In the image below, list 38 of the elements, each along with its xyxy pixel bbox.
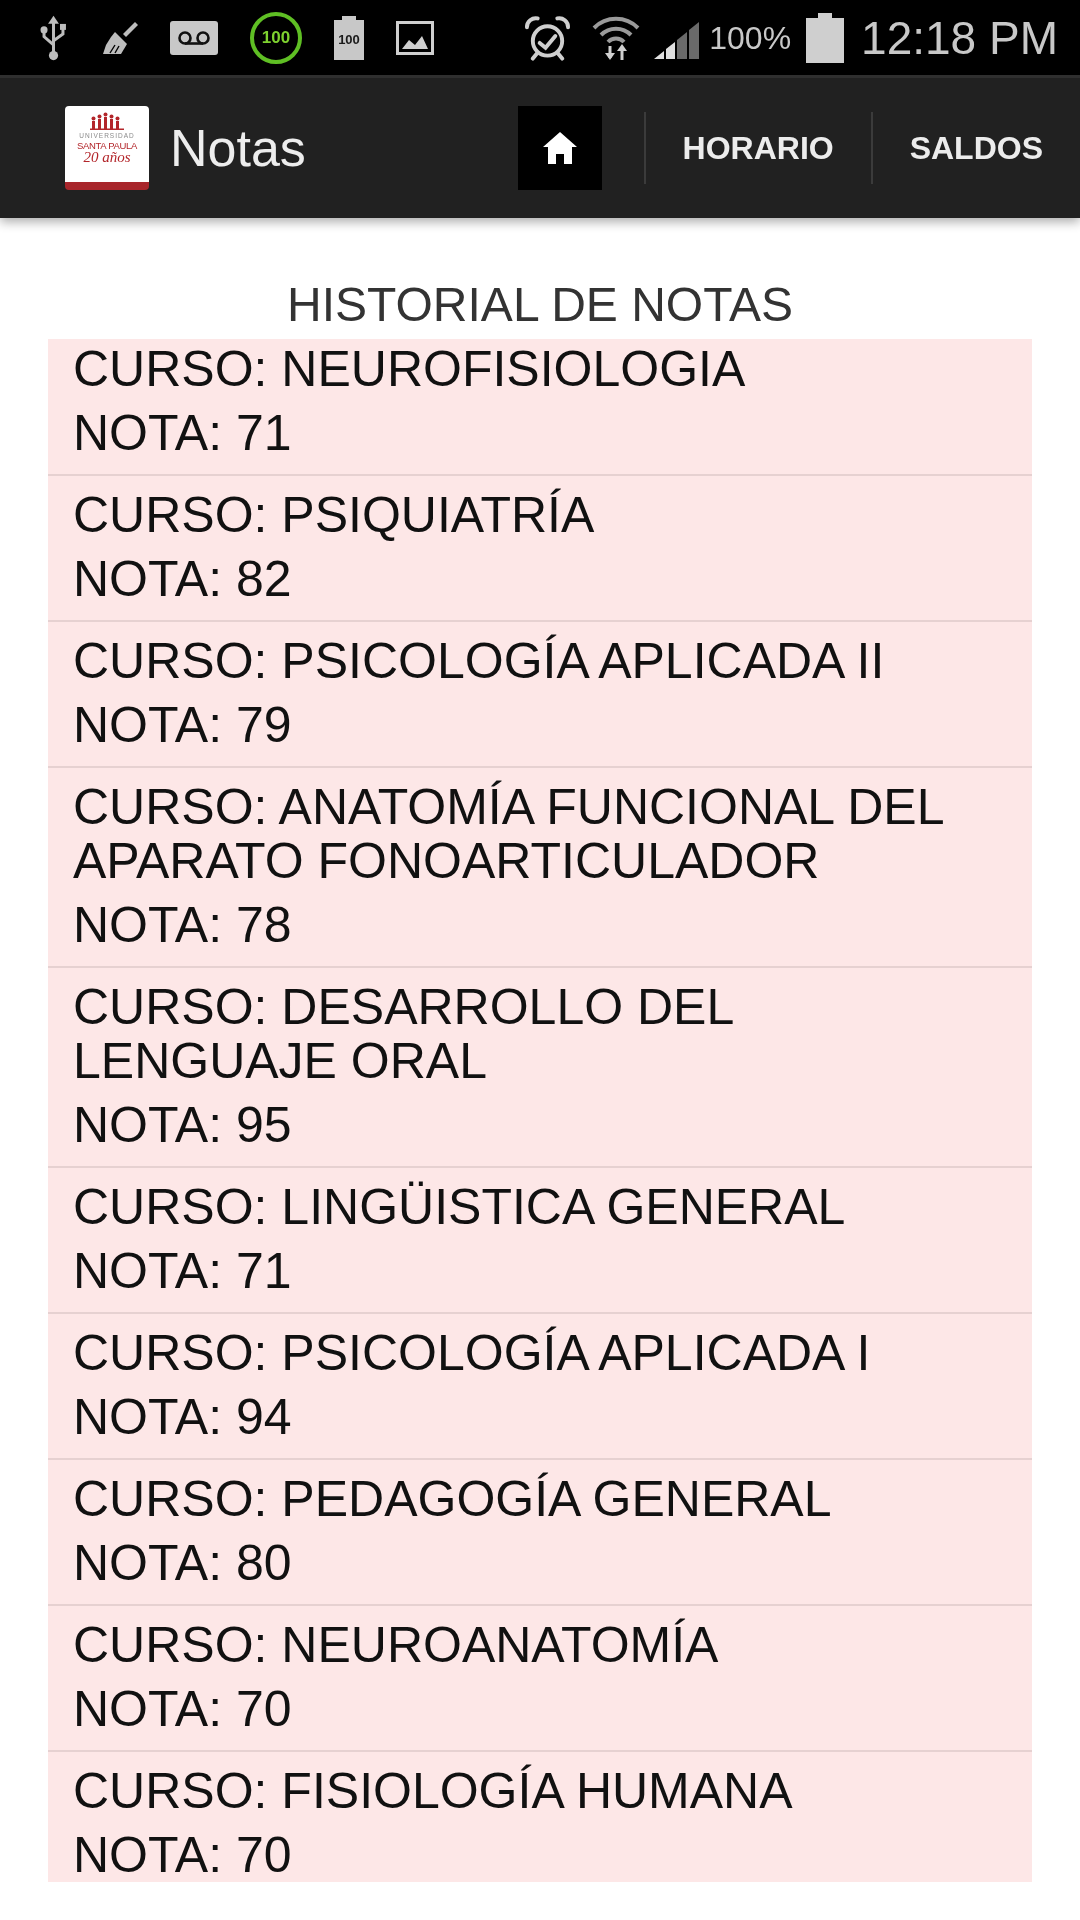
nav-tab[interactable]: SALDOS [872, 106, 1080, 190]
battery-icon [806, 12, 845, 63]
course-name: CURSO: FISIOLOGÍA HUMANA [73, 1764, 794, 1818]
app-title: Notas [170, 122, 306, 174]
home-icon [542, 132, 577, 164]
logo-text: 20 años [83, 150, 131, 165]
grade-value: NOTA: 82 [73, 552, 293, 606]
building-icon [90, 112, 124, 130]
course-name: CURSO: NEUROANATOMÍA [73, 1618, 720, 1672]
grade-value: NOTA: 71 [73, 1244, 293, 1298]
broom-icon [102, 20, 138, 55]
image-icon [396, 20, 434, 55]
grade-value: NOTA: 80 [73, 1536, 293, 1590]
grade-value: NOTA: 95 [73, 1098, 293, 1152]
grade-value: NOTA: 94 [73, 1390, 293, 1444]
counter-badge: 100 [250, 11, 302, 64]
grade-value: NOTA: 71 [73, 406, 293, 460]
course-name: CURSO: LINGÜISTICA GENERAL [73, 1180, 847, 1234]
grade-value: NOTA: 78 [73, 898, 293, 952]
grade-value: NOTA: 79 [73, 698, 293, 752]
grade-value: NOTA: 70 [73, 1682, 293, 1736]
course-name: CURSO: PSIQUIATRÍA [73, 488, 596, 542]
course-name: CURSO: PEDAGOGÍA GENERAL [73, 1472, 833, 1526]
battery-percent: 100% [709, 21, 792, 54]
course-name: CURSO: NEUROFISIOLOGIA [73, 342, 747, 396]
home-button[interactable] [517, 106, 602, 190]
nav-tab[interactable]: HORARIO [645, 106, 871, 190]
voicemail-icon [170, 20, 218, 55]
clock-time: 12:18 PM [861, 14, 1058, 61]
page-heading: HISTORIAL DE NOTAS [286, 277, 794, 333]
course-name: CURSO: PSICOLOGÍA APLICADA II [73, 634, 886, 688]
logo-text: SANTA PAULA [76, 140, 138, 150]
course-name: CURSO: PSICOLOGÍA APLICADA I [73, 1326, 872, 1380]
battery-badge: 100 [334, 15, 364, 60]
course-name: CURSO: DESARROLLO DEL LENGUAJE ORAL [73, 980, 734, 1088]
alarm-clock-icon [524, 14, 572, 61]
grade-value: NOTA: 70 [73, 1828, 293, 1882]
course-name: CURSO: ANATOMÍA FUNCIONAL DEL APARATO FONOARTICULADOR [73, 780, 944, 888]
